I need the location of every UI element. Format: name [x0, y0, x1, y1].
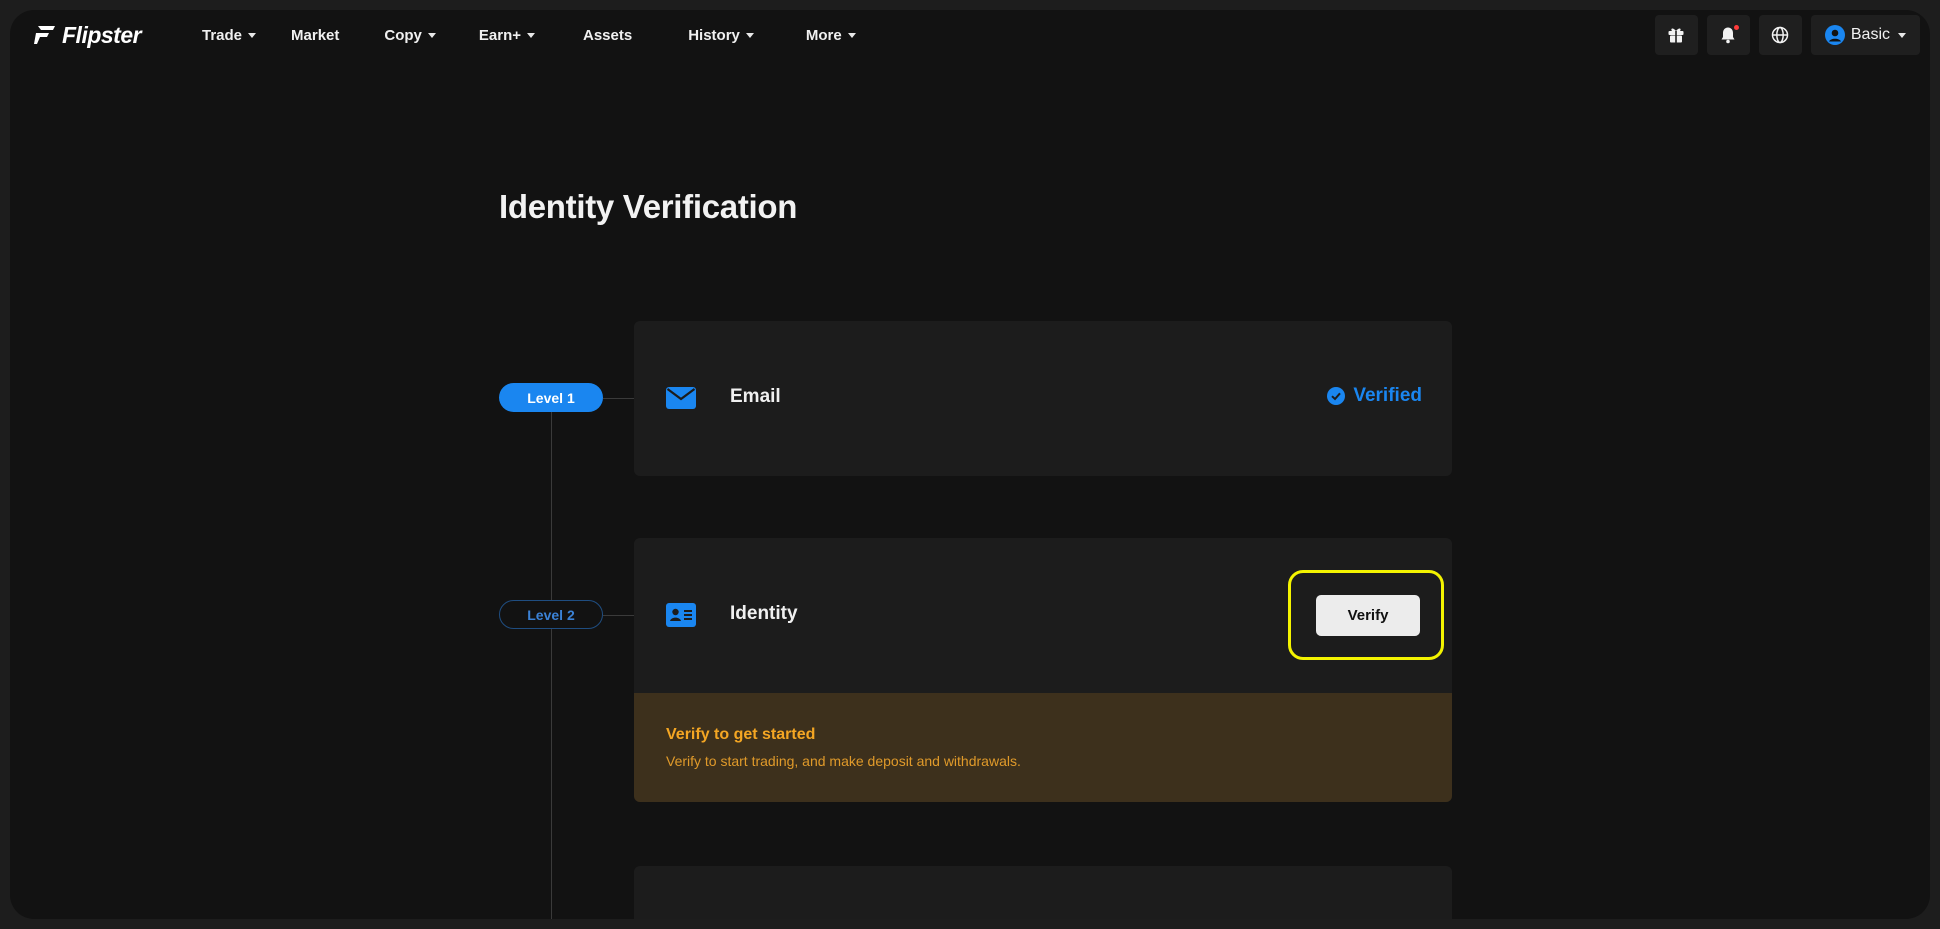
- nav-item-label: More: [805, 26, 842, 44]
- timeline-connector: [603, 615, 634, 616]
- rewards-button[interactable]: [1654, 15, 1698, 55]
- caret-down-icon: [248, 32, 257, 38]
- caret-down-icon: [427, 32, 436, 38]
- verified-status: Verified: [1327, 385, 1422, 407]
- app-window: Flipster Trade Market Copy Earn+ Assets: [10, 10, 1930, 919]
- account-menu[interactable]: Basic: [1810, 15, 1920, 55]
- level-1-badge: Level 1: [499, 383, 603, 412]
- level-2-badge: Level 2: [499, 600, 603, 629]
- card-title: Identity: [730, 603, 798, 624]
- verification-notice: Verify to get started Verify to start tr…: [634, 693, 1452, 802]
- globe-icon: [1772, 26, 1789, 44]
- envelope-icon: [666, 387, 696, 409]
- verified-label: Verified: [1353, 385, 1422, 406]
- language-button[interactable]: [1758, 15, 1802, 55]
- timeline-line: [551, 410, 552, 919]
- page-title: Identity Verification: [499, 188, 798, 225]
- main-menu: Trade Market Copy Earn+ Assets History M…: [202, 10, 856, 60]
- caret-down-icon: [1898, 32, 1906, 38]
- nav-item-more[interactable]: More: [806, 27, 856, 44]
- flipster-logo-icon: [34, 26, 55, 44]
- caret-down-icon: [745, 32, 754, 38]
- notifications-button[interactable]: [1706, 15, 1750, 55]
- id-card-icon: [666, 603, 696, 627]
- verify-button[interactable]: Verify: [1316, 595, 1420, 636]
- nav-item-copy[interactable]: Copy: [384, 27, 436, 44]
- card-title: Email: [730, 386, 781, 407]
- nav-item-market[interactable]: Market: [291, 27, 339, 44]
- identity-verification-card: Identity Verify Verify to get started Ve…: [634, 538, 1452, 802]
- nav-item-history[interactable]: History: [688, 27, 754, 44]
- notice-text: Verify to start trading, and make deposi…: [666, 753, 1021, 769]
- nav-item-earn[interactable]: Earn+: [479, 27, 535, 44]
- caret-down-icon: [527, 32, 535, 38]
- timeline-connector: [603, 398, 634, 399]
- check-circle-icon: [1327, 387, 1346, 405]
- card-row: Identity Verify: [634, 538, 1452, 693]
- brand-name: Flipster: [62, 21, 142, 48]
- top-nav: Flipster Trade Market Copy Earn+ Assets: [10, 10, 1930, 60]
- card-row: Email Verified: [634, 321, 1452, 476]
- notification-dot: [1733, 25, 1739, 30]
- email-verification-card: Email Verified: [634, 321, 1452, 476]
- nav-item-label: Copy: [384, 26, 422, 44]
- caret-down-icon: [847, 32, 856, 38]
- nav-item-trade[interactable]: Trade: [202, 26, 257, 44]
- brand-logo[interactable]: Flipster: [34, 20, 142, 50]
- next-level-card: [634, 866, 1452, 919]
- nav-actions: Basic: [1654, 15, 1920, 55]
- account-tier-label: Basic: [1850, 26, 1890, 43]
- nav-item-label: History: [688, 26, 740, 44]
- notice-title: Verify to get started: [666, 726, 816, 743]
- gift-icon: [1668, 28, 1684, 43]
- user-avatar-icon: [1824, 25, 1845, 45]
- nav-item-label: Earn+: [478, 26, 521, 44]
- nav-item-label: Trade: [202, 26, 243, 44]
- nav-item-label: Assets: [583, 26, 633, 44]
- nav-item-label: Market: [291, 26, 340, 44]
- nav-item-assets[interactable]: Assets: [583, 27, 632, 44]
